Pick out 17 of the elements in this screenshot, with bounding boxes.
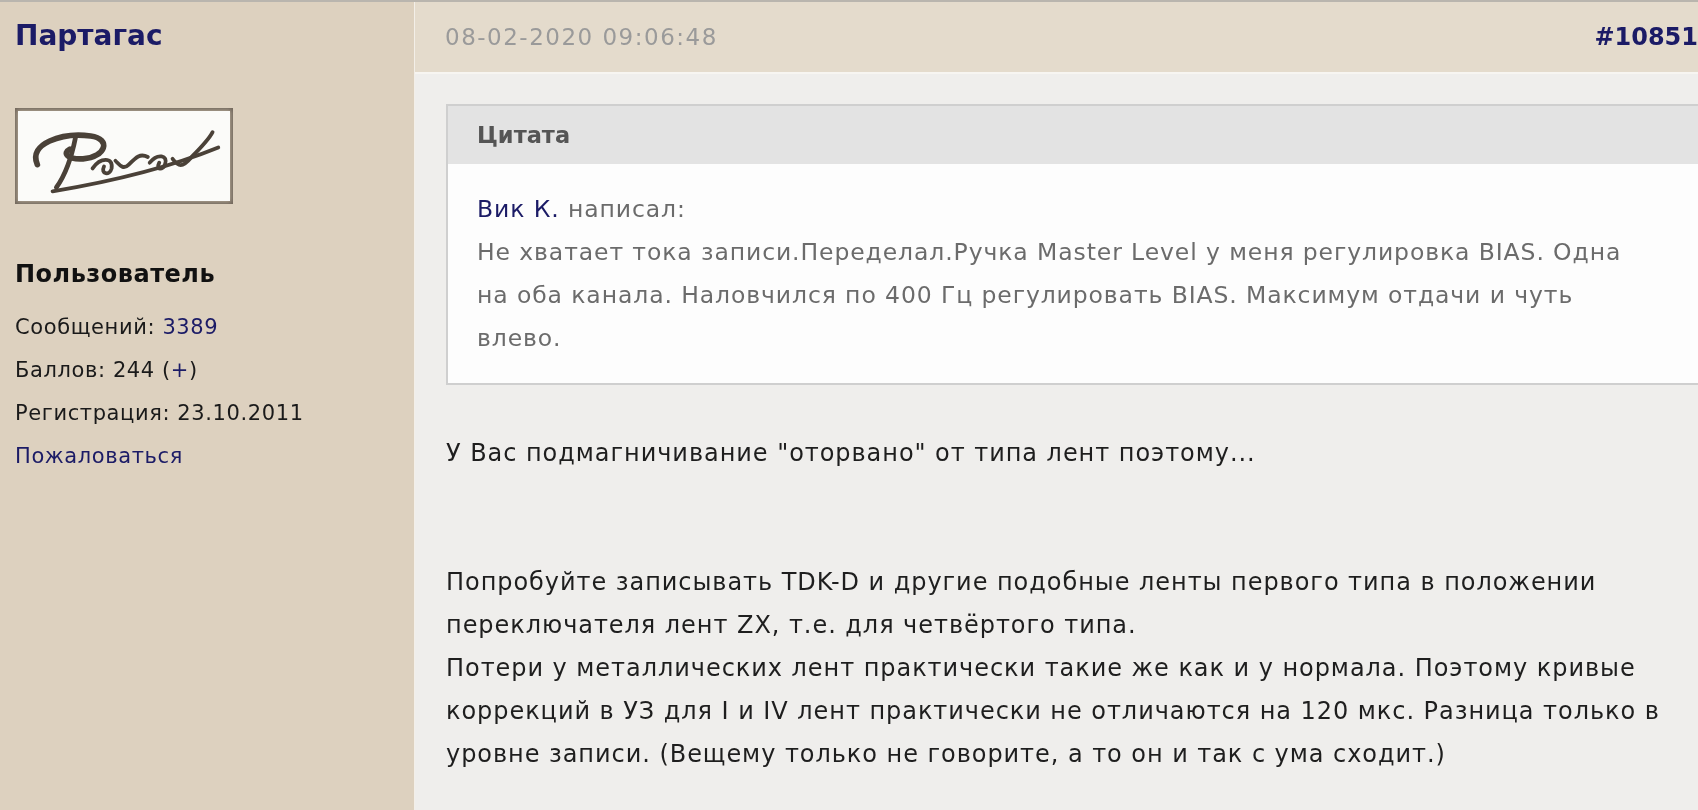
quote-author-link[interactable]: Вик К.: [477, 195, 560, 223]
username-link[interactable]: Партагас: [15, 19, 163, 53]
post-paragraph: У Вас подмагничивание "оторвано" от типа лент поэтому...: [446, 438, 1257, 469]
quote-text: Не хватает тока записи.Переделал.Ручка Master Level у меня регулировка BIAS. Одна на оба канала. Наловчился по 400 Гц регулировать BIAS. Максимум отдачи и чуть влево.: [477, 237, 1623, 354]
report-link[interactable]: Пожаловаться: [15, 435, 183, 478]
quote-attribution: Вик К. написал:: [477, 194, 687, 225]
quote-title: Цитата: [448, 106, 1698, 164]
stat-line: Сообщений: 3389: [15, 314, 219, 341]
post-number-link[interactable]: #10851: [1594, 23, 1698, 51]
stat-link[interactable]: +: [170, 358, 190, 382]
post-paragraph: Потери у металлических лент практически такие же как и у нормала. Поэтому кривые коррекций в УЗ для I и IV лент практически не отличаются на 120 мкс. Разница только в уровне записи. (Вещему только не говорите, а то он и так с ума сходит.): [446, 653, 1661, 770]
post-date: 08-02-2020 09:06:48: [445, 24, 718, 50]
user-rank: Пользователь: [15, 259, 216, 289]
stat-line: Регистрация: 23.10.2011: [15, 400, 304, 427]
stat-link[interactable]: 3389: [162, 315, 219, 339]
post-paragraph: Попробуйте записывать TDK-D и другие подобные ленты первого типа в положении переключателя лент ZX, т.е. для четвёртого типа.: [446, 567, 1598, 641]
stat-line: Баллов: 244 (+): [15, 357, 198, 384]
